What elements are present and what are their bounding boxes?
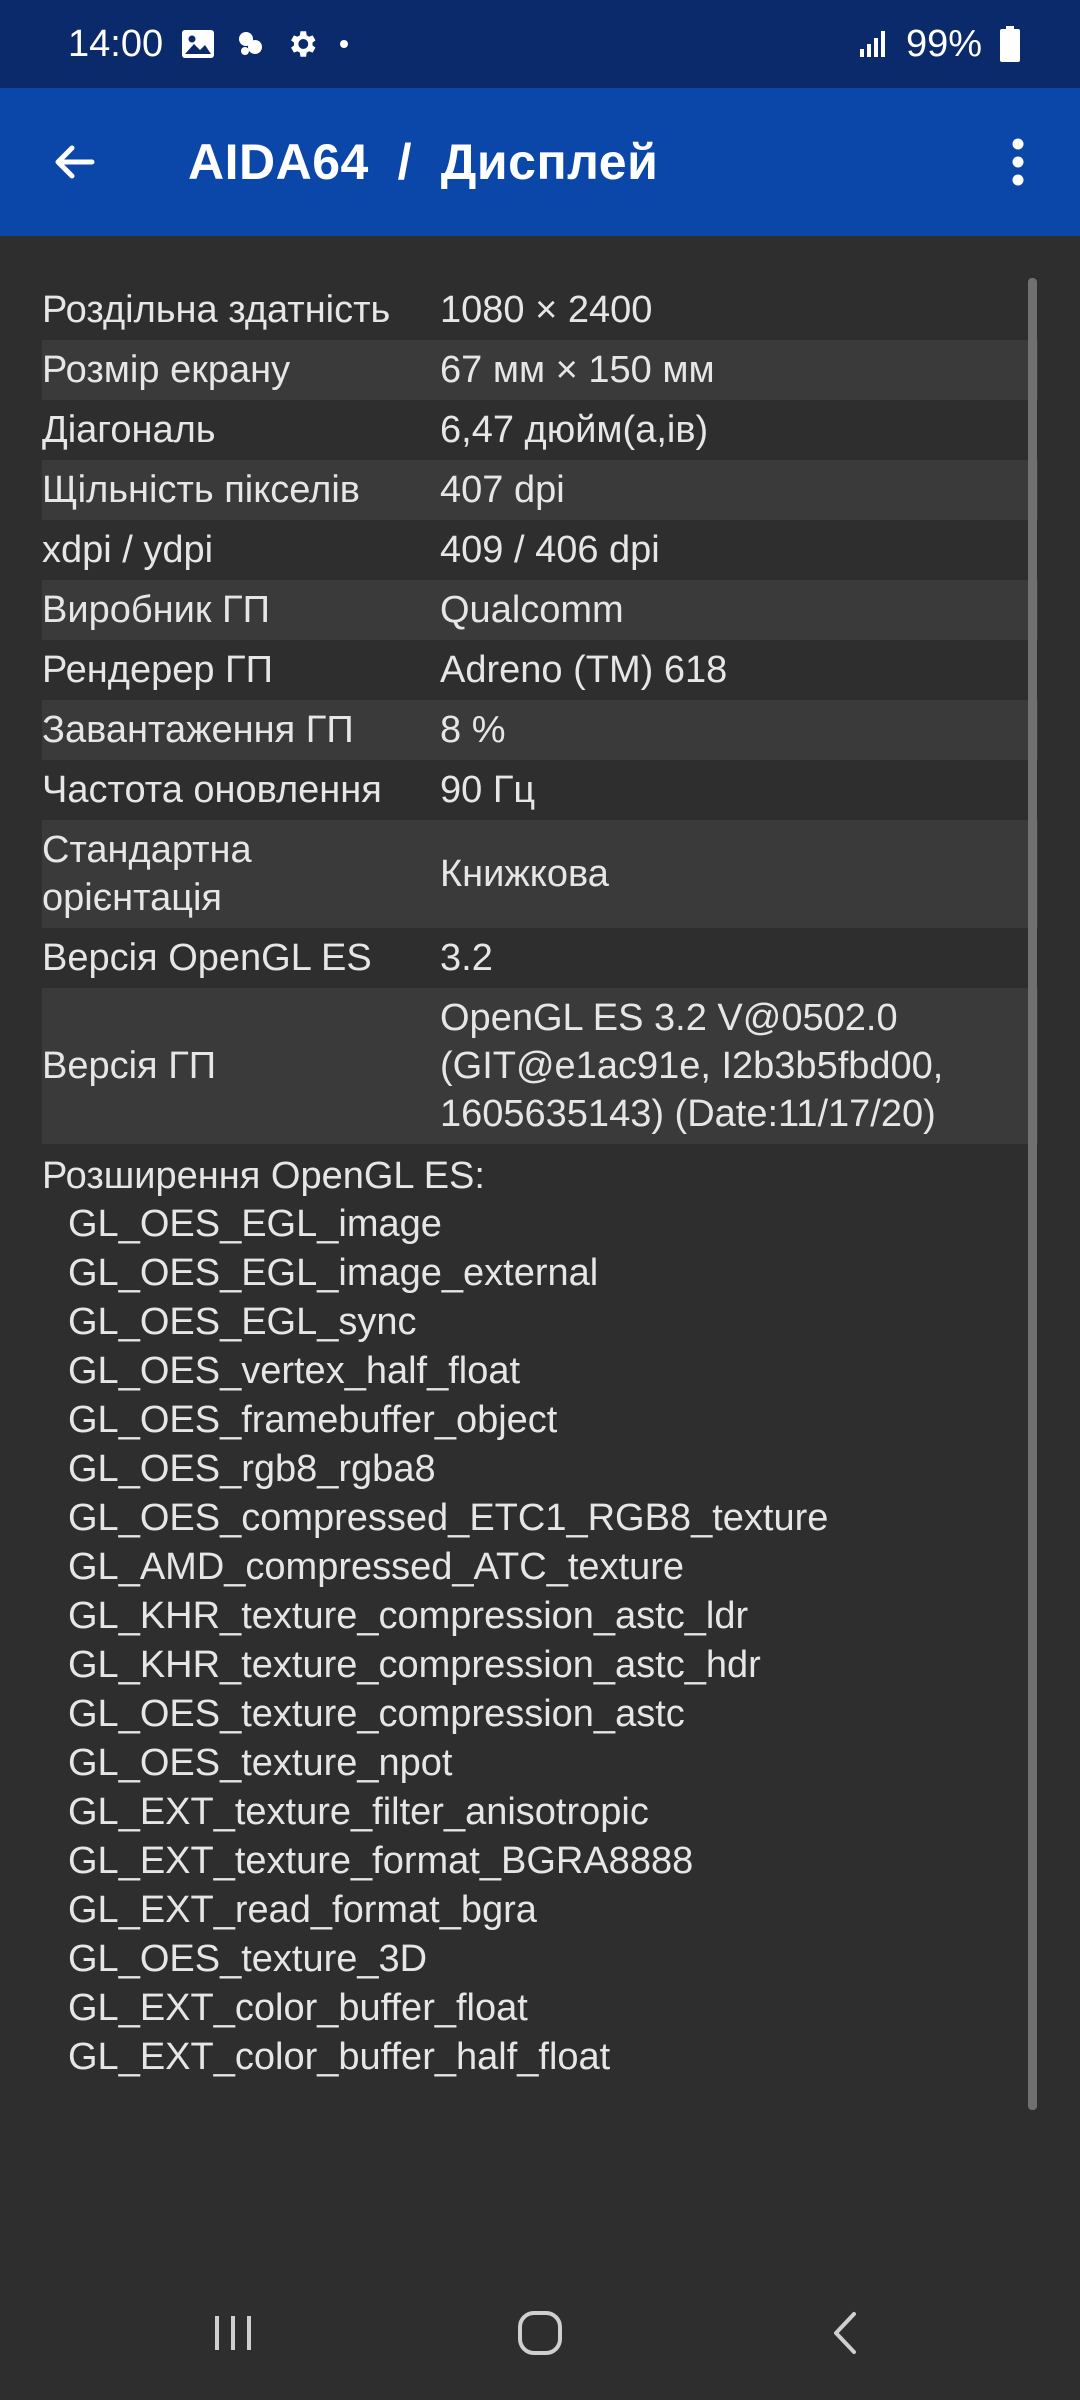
extension-item: GL_AMD_compressed_ATC_texture xyxy=(68,1546,684,1588)
signal-icon xyxy=(858,29,888,59)
info-label: Версія OpenGL ES xyxy=(42,937,372,979)
info-label: Рендерер ГП xyxy=(42,649,273,691)
page-title: AIDA64 / Дисплей xyxy=(188,134,659,190)
more-vert-icon xyxy=(1012,138,1024,186)
home-button[interactable] xyxy=(480,2283,600,2383)
extension-item: GL_OES_texture_3D xyxy=(68,1938,428,1980)
battery-percent: 99% xyxy=(905,22,982,65)
info-row-screen-size: Розмір екрану 67 мм × 150 мм xyxy=(42,340,1038,400)
extension-item: GL_OES_EGL_image xyxy=(68,1203,442,1245)
extension-item: GL_OES_vertex_half_float xyxy=(68,1350,521,1392)
nav-bar xyxy=(0,2265,1080,2400)
recents-icon xyxy=(215,2315,252,2350)
extension-item: GL_EXT_color_buffer_float xyxy=(68,1987,528,2029)
status-left: 14:00 xyxy=(68,23,351,66)
extensions-list: GL_OES_EGL_image GL_OES_EGL_image_extern… xyxy=(42,1200,1038,2082)
info-value: 3.2 xyxy=(440,937,493,979)
back-nav-button[interactable] xyxy=(787,2283,907,2383)
extension-item: GL_KHR_texture_compression_astc_ldr xyxy=(68,1595,749,1637)
extension-item: GL_EXT_read_format_bgra xyxy=(68,1889,537,1931)
info-value: 407 dpi xyxy=(440,469,565,511)
info-label: Виробник ГП xyxy=(42,589,270,631)
info-label: xdpi / ydpi xyxy=(42,529,214,571)
info-label: Стандартна орієнтація xyxy=(42,829,252,919)
info-row-gpu-renderer: Рендерер ГП Adreno (TM) 618 xyxy=(42,640,1038,700)
info-value: 1080 × 2400 xyxy=(440,289,653,331)
arrow-left-icon xyxy=(55,145,95,179)
info-row-gpu-load: Завантаження ГП 8 % xyxy=(42,700,1038,760)
info-row-opengl-version: Версія OpenGL ES 3.2 xyxy=(42,928,1038,988)
extension-item: GL_OES_rgb8_rgba8 xyxy=(68,1448,436,1490)
info-label: Завантаження ГП xyxy=(42,709,354,751)
back-button[interactable] xyxy=(0,88,148,236)
extension-item: GL_OES_EGL_sync xyxy=(68,1301,417,1343)
battery-icon xyxy=(1000,26,1020,62)
info-label: Роздільна здатність xyxy=(42,289,391,331)
extension-item: GL_EXT_color_buffer_half_float xyxy=(68,2036,611,2078)
recents-button[interactable] xyxy=(173,2283,293,2383)
info-row-pixel-density: Щільність пікселів 407 dpi xyxy=(42,460,1038,520)
info-label: Версія ГП xyxy=(42,1045,217,1087)
extension-item: GL_OES_EGL_image_external xyxy=(68,1252,599,1294)
dot-icon xyxy=(337,37,351,51)
info-value: 67 мм × 150 мм xyxy=(440,349,715,391)
info-label: Діагональ xyxy=(42,409,216,451)
info-label: Розмір екрану xyxy=(42,349,291,391)
status-time: 14:00 xyxy=(68,22,164,65)
info-value: 8 % xyxy=(440,709,506,751)
status-bar: 14:00 99% xyxy=(0,0,1080,88)
scrollbar[interactable] xyxy=(1028,278,1037,2110)
home-icon xyxy=(517,2310,562,2355)
extension-item: GL_EXT_texture_filter_anisotropic xyxy=(68,1791,649,1833)
app-bar: AIDA64 / Дисплей xyxy=(0,88,1080,236)
extension-item: GL_EXT_texture_format_BGRA8888 xyxy=(68,1840,694,1882)
info-value: Adreno (TM) 618 xyxy=(440,649,728,691)
info-row-diagonal: Діагональ 6,47 дюйм(а,ів) xyxy=(42,400,1038,460)
extension-item: GL_OES_framebuffer_object xyxy=(68,1399,558,1441)
extension-item: GL_KHR_texture_compression_astc_hdr xyxy=(68,1644,761,1686)
info-value: OpenGL ES 3.2 V@0502.0 (GIT@e1ac91e, I2b… xyxy=(440,997,944,1135)
info-row-xdpi-ydpi: xdpi / ydpi 409 / 406 dpi xyxy=(42,520,1038,580)
status-right: 99% xyxy=(858,23,1020,66)
info-label: Щільність пікселів xyxy=(42,469,360,511)
info-row-gpu-vendor: Виробник ГП Qualcomm xyxy=(42,580,1038,640)
back-nav-icon xyxy=(833,2311,856,2354)
info-row-orientation: Стандартна орієнтація Книжкова xyxy=(42,820,1038,928)
info-row-resolution: Роздільна здатність 1080 × 2400 xyxy=(42,280,1038,340)
extensions-header: Розширення OpenGL ES: xyxy=(42,1155,485,1197)
info-row-gpu-version: Версія ГП OpenGL ES 3.2 V@0502.0 (GIT@e1… xyxy=(42,988,1038,1144)
info-value: 409 / 406 dpi xyxy=(440,529,660,571)
info-value: 90 Гц xyxy=(440,769,536,811)
info-value: 6,47 дюйм(а,ів) xyxy=(440,409,709,451)
image-icon xyxy=(181,29,215,59)
extension-item: GL_OES_texture_npot xyxy=(68,1742,453,1784)
info-label: Частота оновлення xyxy=(42,769,382,811)
display-info-list[interactable]: Роздільна здатність 1080 × 2400 Розмір е… xyxy=(42,280,1038,2082)
gear-icon xyxy=(285,27,319,61)
more-options-button[interactable] xyxy=(968,88,1068,236)
extension-item: GL_OES_compressed_ETC1_RGB8_texture xyxy=(68,1497,829,1539)
weather-icon xyxy=(233,29,267,59)
info-value: Qualcomm xyxy=(440,589,624,631)
info-value: Книжкова xyxy=(440,853,609,895)
extension-item: GL_OES_texture_compression_astc xyxy=(68,1693,685,1735)
info-row-refresh-rate: Частота оновлення 90 Гц xyxy=(42,760,1038,820)
